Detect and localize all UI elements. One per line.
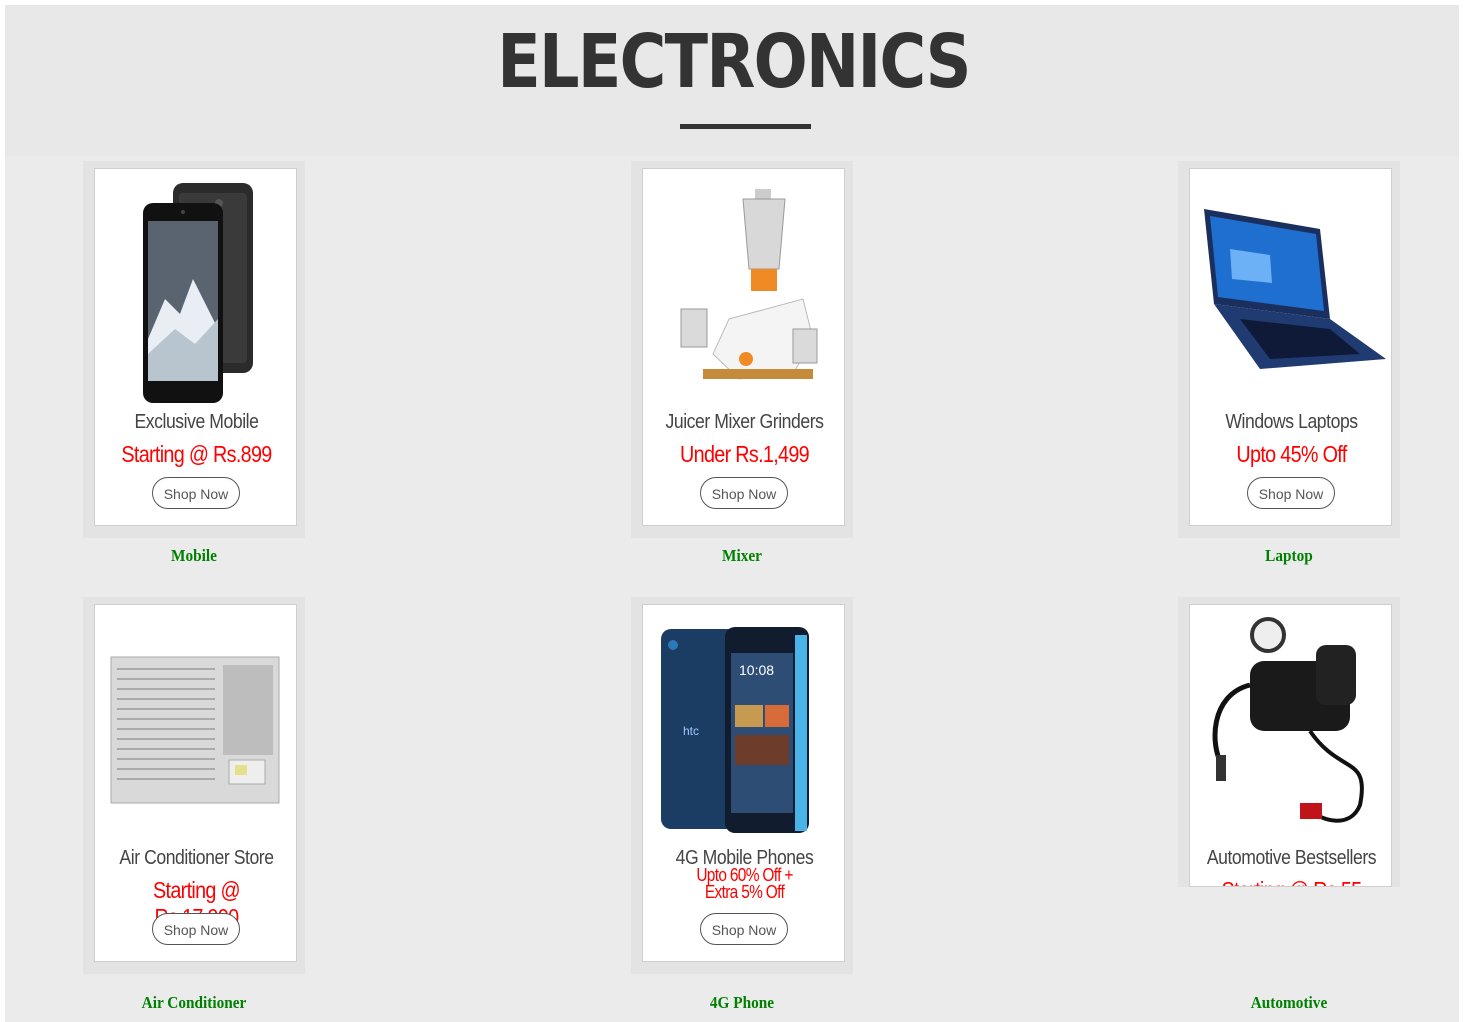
- product-card-4g-phone[interactable]: htc 10:08 4G Mobile Phones Upto 60% Off …: [631, 597, 853, 974]
- shop-now-button[interactable]: Shop Now: [152, 913, 240, 945]
- svg-text:htc: htc: [683, 724, 699, 738]
- category-link-automotive[interactable]: Automotive: [1189, 993, 1389, 1013]
- section-header: ELECTRONICS: [5, 5, 1459, 156]
- product-name: Air Conditioner Store: [119, 847, 274, 869]
- electronics-page: ELECTRONICS Exclusive Mobile Starting @ …: [5, 5, 1459, 1022]
- category-link-mobile[interactable]: Mobile: [94, 546, 294, 566]
- product-card-mixer[interactable]: Juicer Mixer Grinders Under Rs.1,499 Sho…: [631, 161, 853, 538]
- air-compressor-image: [1212, 617, 1364, 823]
- htc-phone-image: htc 10:08: [661, 627, 809, 833]
- air-conditioner-image: [110, 656, 280, 804]
- product-offer: Upto 60% Off + Extra 5% Off: [657, 866, 832, 902]
- product-card-automotive[interactable]: Automotive Bestsellers Starting @ Rs.55: [1178, 597, 1400, 887]
- title-underline: [680, 124, 811, 129]
- product-card-air-conditioner[interactable]: Air Conditioner Store Starting @ Rs.17,9…: [83, 597, 305, 974]
- product-tile[interactable]: Juicer Mixer Grinders Under Rs.1,499 Sho…: [642, 168, 845, 526]
- product-tile[interactable]: Air Conditioner Store Starting @ Rs.17,9…: [94, 604, 297, 962]
- mixer-grinder-image: [680, 189, 818, 380]
- category-link-mixer[interactable]: Mixer: [642, 546, 842, 566]
- product-tile[interactable]: Windows Laptops Upto 45% Off Shop Now: [1189, 168, 1392, 526]
- product-card-laptop[interactable]: Windows Laptops Upto 45% Off Shop Now: [1178, 161, 1400, 538]
- laptop-image: [1204, 209, 1386, 369]
- category-link-air-conditioner[interactable]: Air Conditioner: [94, 993, 294, 1013]
- product-offer: Starting @ Rs.899: [121, 441, 272, 467]
- mobile-phone-image: [143, 183, 253, 403]
- shop-now-button[interactable]: Shop Now: [152, 477, 240, 509]
- product-offer: Under Rs.1,499: [680, 441, 810, 467]
- product-tile[interactable]: Exclusive Mobile Starting @ Rs.899 Shop …: [94, 168, 297, 526]
- shop-now-button[interactable]: Shop Now: [700, 913, 788, 945]
- product-name: Automotive Bestsellers: [1206, 847, 1377, 869]
- product-offer: Starting @ Rs.55: [1204, 877, 1379, 886]
- svg-text:10:08: 10:08: [739, 662, 774, 678]
- product-name: Windows Laptops: [1225, 411, 1358, 433]
- product-offer-line-2: Extra 5% Off: [704, 882, 785, 902]
- category-link-4g-phone[interactable]: 4G Phone: [642, 993, 842, 1013]
- shop-now-button[interactable]: Shop Now: [700, 477, 788, 509]
- product-name: Juicer Mixer Grinders: [665, 411, 824, 433]
- shop-now-button[interactable]: Shop Now: [1247, 477, 1335, 509]
- category-link-laptop[interactable]: Laptop: [1189, 546, 1389, 566]
- product-tile[interactable]: Automotive Bestsellers Starting @ Rs.55: [1189, 604, 1392, 887]
- product-tile[interactable]: htc 10:08 4G Mobile Phones Upto 60% Off …: [642, 604, 845, 962]
- product-offer: Upto 45% Off: [1236, 441, 1347, 467]
- product-name: Exclusive Mobile: [134, 411, 259, 433]
- page-title: ELECTRONICS: [497, 19, 971, 105]
- product-card-mobile[interactable]: Exclusive Mobile Starting @ Rs.899 Shop …: [83, 161, 305, 538]
